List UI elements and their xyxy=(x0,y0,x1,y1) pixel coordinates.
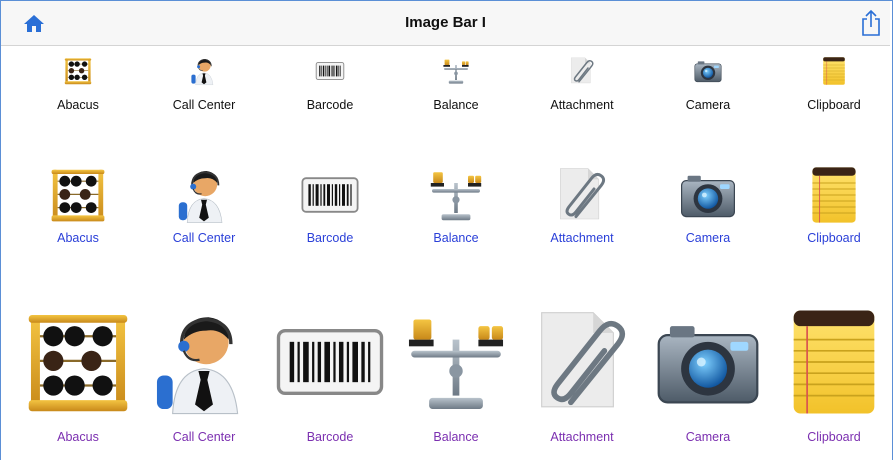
image-button-abacus[interactable]: Abacus xyxy=(16,165,140,245)
balance-icon xyxy=(394,56,518,86)
attachment-icon xyxy=(520,165,644,225)
image-button-label: Camera xyxy=(685,98,731,112)
nav-bar: Image Bar I xyxy=(1,1,890,46)
attachment-icon xyxy=(520,306,644,418)
clipboard-icon xyxy=(772,306,893,418)
image-button-call-center[interactable]: Call Center xyxy=(142,56,266,112)
camera-icon xyxy=(646,306,770,418)
image-button-abacus[interactable]: Abacus xyxy=(16,306,140,444)
share-icon[interactable] xyxy=(860,9,882,37)
image-button-label: Abacus xyxy=(57,98,99,112)
image-button-label: Barcode xyxy=(306,98,354,112)
barcode-icon xyxy=(268,165,392,225)
image-button-label: Call Center xyxy=(172,231,236,245)
image-button-label: Attachment xyxy=(550,98,614,112)
image-button-camera[interactable]: Camera xyxy=(646,165,770,245)
clipboard-icon xyxy=(772,56,893,86)
image-button-label: Camera xyxy=(685,231,731,245)
image-button-clipboard[interactable]: Clipboard xyxy=(772,56,893,112)
image-button-label: Balance xyxy=(433,231,479,245)
abacus-icon xyxy=(16,165,140,225)
image-button-balance[interactable]: Balance xyxy=(394,306,518,444)
image-button-label: Clipboard xyxy=(807,430,861,444)
call-center-icon xyxy=(142,165,266,225)
image-button-camera[interactable]: Camera xyxy=(646,56,770,112)
abacus-icon xyxy=(16,56,140,86)
image-button-label: Balance xyxy=(433,430,479,444)
image-button-call-center[interactable]: Call Center xyxy=(142,165,266,245)
image-button-label: Camera xyxy=(685,430,731,444)
image-button-label: Attachment xyxy=(550,430,614,444)
call-center-icon xyxy=(142,56,266,86)
image-button-label: Barcode xyxy=(306,231,354,245)
page-title: Image Bar I xyxy=(405,14,486,31)
image-button-label: Abacus xyxy=(57,430,99,444)
image-button-attachment[interactable]: Attachment xyxy=(520,165,644,245)
image-button-clipboard[interactable]: Clipboard xyxy=(772,165,893,245)
image-button-barcode[interactable]: Barcode xyxy=(268,56,392,112)
image-button-call-center[interactable]: Call Center xyxy=(142,306,266,444)
image-button-barcode[interactable]: Barcode xyxy=(268,306,392,444)
abacus-icon xyxy=(16,306,140,418)
image-button-label: Call Center xyxy=(172,430,236,444)
clipboard-icon xyxy=(772,165,893,225)
attachment-icon xyxy=(520,56,644,86)
image-button-attachment[interactable]: Attachment xyxy=(520,306,644,444)
image-button-label: Barcode xyxy=(306,430,354,444)
image-button-label: Clipboard xyxy=(807,98,861,112)
image-button-abacus[interactable]: Abacus xyxy=(16,56,140,112)
image-button-balance[interactable]: Balance xyxy=(394,165,518,245)
image-button-attachment[interactable]: Attachment xyxy=(520,56,644,112)
image-button-label: Call Center xyxy=(172,98,236,112)
balance-icon xyxy=(394,165,518,225)
image-button-balance[interactable]: Balance xyxy=(394,56,518,112)
image-button-clipboard[interactable]: Clipboard xyxy=(772,306,893,444)
image-button-label: Abacus xyxy=(57,231,99,245)
image-button-barcode[interactable]: Barcode xyxy=(268,165,392,245)
barcode-icon xyxy=(268,56,392,86)
camera-icon xyxy=(646,56,770,86)
call-center-icon xyxy=(142,306,266,418)
barcode-icon xyxy=(268,306,392,418)
image-button-label: Attachment xyxy=(550,231,614,245)
image-button-label: Balance xyxy=(433,98,479,112)
balance-icon xyxy=(394,306,518,418)
image-button-camera[interactable]: Camera xyxy=(646,306,770,444)
camera-icon xyxy=(646,165,770,225)
image-button-label: Clipboard xyxy=(807,231,861,245)
